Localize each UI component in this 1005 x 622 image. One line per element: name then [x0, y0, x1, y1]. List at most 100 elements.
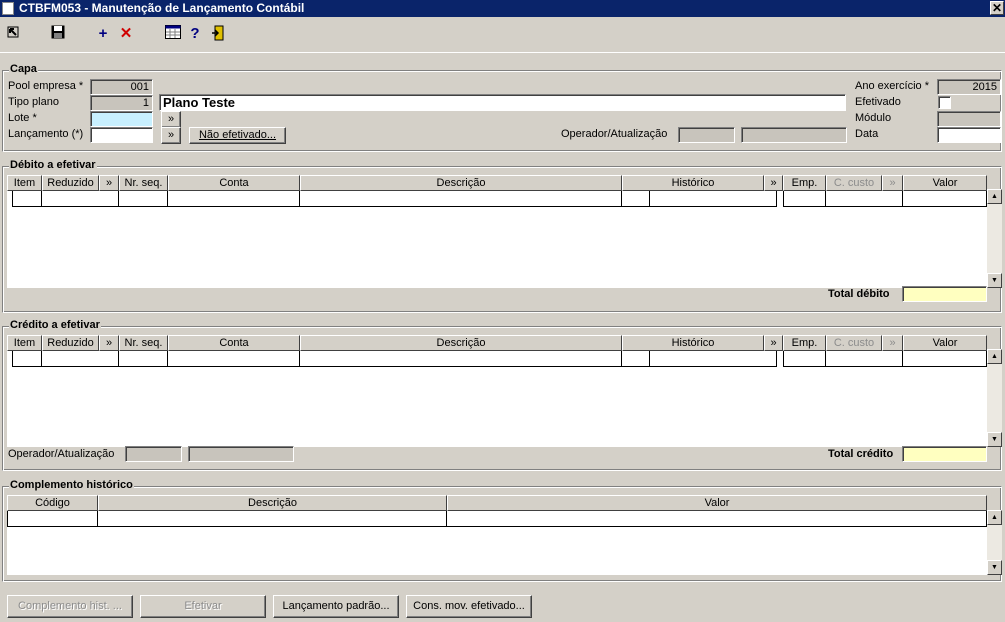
efetivado-checkbox[interactable]: [938, 96, 951, 109]
door-exit-icon[interactable]: [209, 25, 229, 43]
credito-grid: Item Reduzido » Nr. seq. Conta Descrição…: [7, 335, 987, 447]
cell-c-custo[interactable]: [826, 351, 903, 367]
col-comp-descricao[interactable]: Descrição: [98, 495, 447, 511]
pool-label: Pool empresa *: [8, 80, 84, 92]
credito-operador-label: Operador/Atualização: [8, 448, 115, 460]
add-icon[interactable]: +: [93, 25, 113, 43]
cell-c-custo[interactable]: [826, 191, 903, 207]
title-bar: CTBFM053 - Manutenção de Lançamento Cont…: [0, 0, 1005, 17]
cell-item[interactable]: [12, 351, 42, 367]
ano-label: Ano exercício *: [855, 80, 929, 92]
cell-descricao[interactable]: [300, 191, 622, 207]
lote-field[interactable]: [90, 111, 153, 127]
cell-emp[interactable]: [783, 191, 826, 207]
tipo-plano-field[interactable]: 1: [90, 95, 153, 111]
cell-valor[interactable]: [903, 191, 987, 207]
col-reduzido-lookup[interactable]: »: [99, 335, 119, 351]
credito-scrollbar[interactable]: ▲ ▼: [987, 349, 1002, 447]
lancamento-field[interactable]: [90, 127, 153, 143]
cell-historico[interactable]: [650, 351, 777, 367]
cell-reduzido[interactable]: [42, 191, 119, 207]
cell-conta[interactable]: [168, 191, 300, 207]
lancamento-padrao-button[interactable]: Lançamento padrão...: [273, 595, 399, 618]
efetivar-button[interactable]: Efetivar: [140, 595, 266, 618]
lancamento-label: Lançamento (*): [8, 128, 84, 140]
col-comp-valor[interactable]: Valor: [447, 495, 987, 511]
col-emp[interactable]: Emp.: [783, 335, 826, 351]
col-valor[interactable]: Valor: [903, 175, 987, 191]
col-conta[interactable]: Conta: [168, 175, 300, 191]
window-title: CTBFM053 - Manutenção de Lançamento Cont…: [19, 1, 305, 15]
scroll-up-icon[interactable]: ▲: [987, 349, 1002, 364]
cons-mov-efetivado-button[interactable]: Cons. mov. efetivado...: [406, 595, 532, 618]
col-reduzido-lookup[interactable]: »: [99, 175, 119, 191]
cell-valor[interactable]: [903, 351, 987, 367]
col-nr-seq[interactable]: Nr. seq.: [119, 335, 168, 351]
atualizacao-field: [741, 127, 847, 143]
col-historico[interactable]: Histórico: [622, 335, 764, 351]
col-conta[interactable]: Conta: [168, 335, 300, 351]
col-c-custo[interactable]: C. custo: [826, 175, 882, 191]
scroll-down-icon[interactable]: ▼: [987, 560, 1002, 575]
scroll-down-icon[interactable]: ▼: [987, 273, 1002, 288]
col-c-custo[interactable]: C. custo: [826, 335, 882, 351]
cell-comp-descricao[interactable]: [98, 511, 447, 527]
cell-emp[interactable]: [783, 351, 826, 367]
col-historico-lookup[interactable]: »: [764, 175, 783, 191]
exit-arrow-icon[interactable]: [3, 25, 23, 43]
col-codigo[interactable]: Código: [7, 495, 98, 511]
col-valor[interactable]: Valor: [903, 335, 987, 351]
col-emp[interactable]: Emp.: [783, 175, 826, 191]
col-reduzido[interactable]: Reduzido: [42, 175, 99, 191]
calendar-icon[interactable]: [163, 25, 183, 43]
col-item[interactable]: Item: [7, 335, 42, 351]
col-descricao[interactable]: Descrição: [300, 335, 622, 351]
col-historico[interactable]: Histórico: [622, 175, 764, 191]
debito-title: Débito a efetivar: [9, 159, 97, 171]
tipo-plano-label: Tipo plano: [8, 96, 59, 108]
delete-icon[interactable]: ✕: [116, 25, 136, 43]
complemento-scrollbar[interactable]: ▲ ▼: [987, 510, 1002, 575]
ano-field[interactable]: 2015: [937, 79, 1001, 95]
data-label: Data: [855, 128, 879, 140]
col-descricao[interactable]: Descrição: [300, 175, 622, 191]
help-icon[interactable]: ?: [185, 25, 205, 43]
complemento-hist-button[interactable]: Complemento hist. ...: [7, 595, 133, 618]
col-historico-lookup[interactable]: »: [764, 335, 783, 351]
cell-descricao[interactable]: [300, 351, 622, 367]
cell-comp-valor[interactable]: [447, 511, 987, 527]
cell-nr-seq[interactable]: [119, 191, 168, 207]
credito-title: Crédito a efetivar: [9, 319, 101, 331]
efetivado-label: Efetivado: [855, 96, 901, 108]
scroll-up-icon[interactable]: ▲: [987, 510, 1002, 525]
cell-nr-seq[interactable]: [119, 351, 168, 367]
cell-reduzido[interactable]: [42, 351, 119, 367]
col-reduzido[interactable]: Reduzido: [42, 335, 99, 351]
data-field[interactable]: [937, 127, 1001, 143]
close-button[interactable]: ✕: [990, 1, 1004, 15]
debito-scrollbar[interactable]: ▲ ▼: [987, 189, 1002, 288]
cell-historico-code[interactable]: [622, 191, 650, 207]
cell-codigo[interactable]: [7, 511, 98, 527]
cell-historico[interactable]: [650, 191, 777, 207]
lote-lookup-button[interactable]: »: [161, 111, 181, 128]
col-c-custo-lookup[interactable]: »: [882, 335, 903, 351]
total-credito-label: Total crédito: [828, 448, 894, 460]
cell-historico-code[interactable]: [622, 351, 650, 367]
credito-atualizacao-field: [188, 446, 294, 462]
cell-item[interactable]: [12, 191, 42, 207]
plano-name-field: Plano Teste: [159, 94, 846, 111]
col-item[interactable]: Item: [7, 175, 42, 191]
cell-conta[interactable]: [168, 351, 300, 367]
col-nr-seq[interactable]: Nr. seq.: [119, 175, 168, 191]
save-icon[interactable]: [48, 25, 68, 43]
pool-field[interactable]: 001: [90, 79, 153, 95]
operador-field: [678, 127, 735, 143]
scroll-down-icon[interactable]: ▼: [987, 432, 1002, 447]
credito-operador-field: [125, 446, 182, 462]
lancamento-lookup-button[interactable]: »: [161, 127, 181, 144]
lote-label: Lote *: [8, 112, 37, 124]
col-c-custo-lookup[interactable]: »: [882, 175, 903, 191]
nao-efetivado-button[interactable]: Não efetivado...: [189, 127, 286, 144]
scroll-up-icon[interactable]: ▲: [987, 189, 1002, 204]
